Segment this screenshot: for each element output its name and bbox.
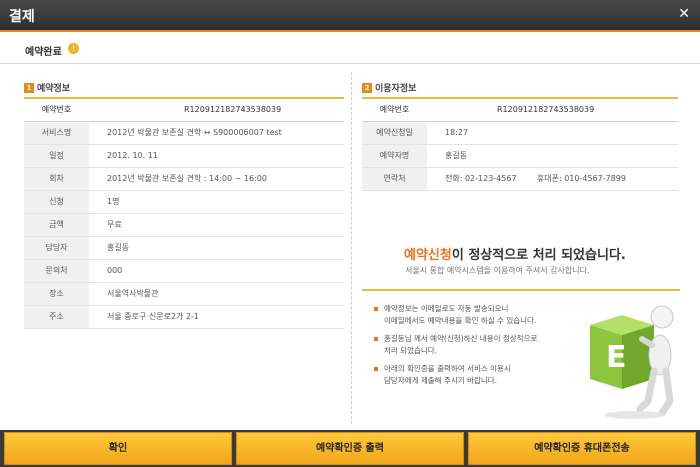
section-title-text: 이용자정보: [375, 84, 417, 94]
table-row: 예약자명 홍길동: [362, 144, 678, 168]
row-value: 2012. 10. 11: [89, 144, 344, 168]
button-bar: 확인 예약확인증 출력 예약확인증 휴대폰전송: [0, 430, 700, 467]
table-row: 금액 무료: [24, 213, 344, 237]
notice-line: 홍길동님 께서 예약(신청)하신 내용이 정상적으로: [384, 334, 538, 343]
print-certificate-button[interactable]: 예약확인증 출력: [236, 432, 464, 465]
row-label: 예약신청일: [362, 121, 427, 145]
notice-box: 예약정보는 이메일로도 자동 발송되오니이메일에서도 예약내용을 확인 하실 수…: [362, 289, 680, 424]
table-row: 주소 서울 중로구 신문로2가 2-1: [24, 305, 344, 329]
reservation-section-title: 1 예약정보: [24, 81, 70, 94]
table-row: 연락처 전화: 02-123-4567 휴대폰: 010-4567-7899: [362, 167, 678, 191]
section-number: 2: [362, 83, 372, 93]
section-number: 1: [24, 83, 34, 93]
row-value: 서울역사박물관: [89, 282, 344, 306]
message-highlight: 예약신청: [404, 248, 452, 263]
list-item: 예약정보는 이메일로도 자동 발송되오니이메일에서도 예약내용을 확인 하실 수…: [374, 303, 589, 327]
row-label: 담당자: [24, 236, 89, 260]
row-label: 연락처: [362, 167, 427, 191]
title-bar: 결제 ✕: [0, 0, 700, 32]
row-value: 무료: [89, 213, 344, 237]
row-value: 18:27: [427, 121, 678, 145]
cube-letter: E: [606, 340, 627, 375]
table-row: 예약신청일 18:27: [362, 121, 678, 145]
table-row: 장소 서울역사박물관: [24, 282, 344, 306]
section-divider: [351, 72, 352, 424]
row-value: 서울 중로구 신문로2가 2-1: [89, 305, 344, 329]
row-label: 서비스명: [24, 121, 89, 145]
reservation-table: 예약번호 R120912182743538039 서비스명 2012년 박물관 보…: [24, 97, 344, 329]
content-area: 1 예약정보 예약번호 R120912182743538039 서비스명 2012년…: [0, 64, 700, 430]
row-label: 예약번호: [362, 98, 427, 122]
row-label: 주소: [24, 305, 89, 329]
table-row: 서비스명 2012년 박물관 보존실 견학 ↔ S900006007 test: [24, 121, 344, 145]
row-value: 000: [89, 259, 344, 283]
notice-line: 처리 되었습니다.: [384, 346, 438, 355]
notice-icon: !: [68, 43, 79, 54]
row-value: 2012년 박물관 보존실 견학 : 14:00 ~ 16:00: [89, 167, 344, 191]
table-row: 회차 2012년 박물관 보존실 견학 : 14:00 ~ 16:00: [24, 167, 344, 191]
notice-line: 예약정보는 이메일로도 자동 발송되오니: [384, 304, 509, 313]
status-header: 예약완료 !: [0, 34, 700, 64]
thanks-message: 서울시 통합 예약시스템을 이용하여 주셔서 감사합니다.: [405, 266, 590, 275]
window-title: 결제: [9, 9, 35, 25]
row-value: 1명: [89, 190, 344, 214]
section-title-text: 예약정보: [37, 84, 71, 94]
row-label: 예약번호: [24, 98, 89, 122]
row-value: 2012년 박물관 보존실 견학 ↔ S900006007 test: [89, 121, 344, 145]
completion-message: 예약신청이 정상적으로 처리 되었습니다.: [404, 244, 626, 263]
row-label: 예약자명: [362, 144, 427, 168]
table-row: 예약번호 R120912182743538039: [24, 98, 344, 122]
mascot-illustration: E: [590, 305, 674, 419]
table-row: 일정 2012. 10. 11: [24, 144, 344, 168]
table-row: 예약번호 R120912182743538039: [362, 98, 678, 122]
row-value: 홍길동: [89, 236, 344, 260]
row-value: R120912182743538039: [427, 98, 678, 122]
row-value: R120912182743538039: [89, 98, 344, 122]
payment-window: 결제 ✕ 예약완료 ! 1 예약정보 예약번호 R1209121827435380…: [0, 0, 700, 467]
close-icon[interactable]: ✕: [678, 6, 690, 22]
row-label: 문의처: [24, 259, 89, 283]
user-table: 예약번호 R120912182743538039 예약신청일 18:27 예약자명…: [362, 97, 678, 191]
table-row: 신청 1명: [24, 190, 344, 214]
notice-line: 이메일에서도 예약내용을 확인 하실 수 있습니다.: [384, 316, 537, 325]
row-label: 회차: [24, 167, 89, 191]
notice-line: 담당자에게 제출해 주시기 바랍니다.: [384, 376, 498, 385]
table-row: 문의처 000: [24, 259, 344, 283]
user-section-title: 2 이용자정보: [362, 81, 416, 94]
notice-list: 예약정보는 이메일로도 자동 발송되오니이메일에서도 예약내용을 확인 하실 수…: [374, 303, 589, 393]
row-value: 홍길동: [427, 144, 678, 168]
list-item: 아래의 확인증을 출력하여 서비스 이용시담당자에게 제출해 주시기 바랍니다.: [374, 363, 589, 387]
notice-line: 아래의 확인증을 출력하여 서비스 이용시: [384, 364, 511, 373]
confirm-button[interactable]: 확인: [4, 432, 232, 465]
row-label: 신청: [24, 190, 89, 214]
row-value: 전화: 02-123-4567 휴대폰: 010-4567-7899: [427, 167, 678, 191]
list-item: 홍길동님 께서 예약(신청)하신 내용이 정상적으로처리 되었습니다.: [374, 333, 589, 357]
send-certificate-sms-button[interactable]: 예약확인증 휴대폰전송: [468, 432, 696, 465]
row-label: 장소: [24, 282, 89, 306]
row-label: 금액: [24, 213, 89, 237]
row-label: 일정: [24, 144, 89, 168]
status-label: 예약완료: [25, 47, 62, 58]
message-rest: 이 정상적으로 처리 되었습니다.: [451, 248, 626, 263]
table-row: 담당자 홍길동: [24, 236, 344, 260]
